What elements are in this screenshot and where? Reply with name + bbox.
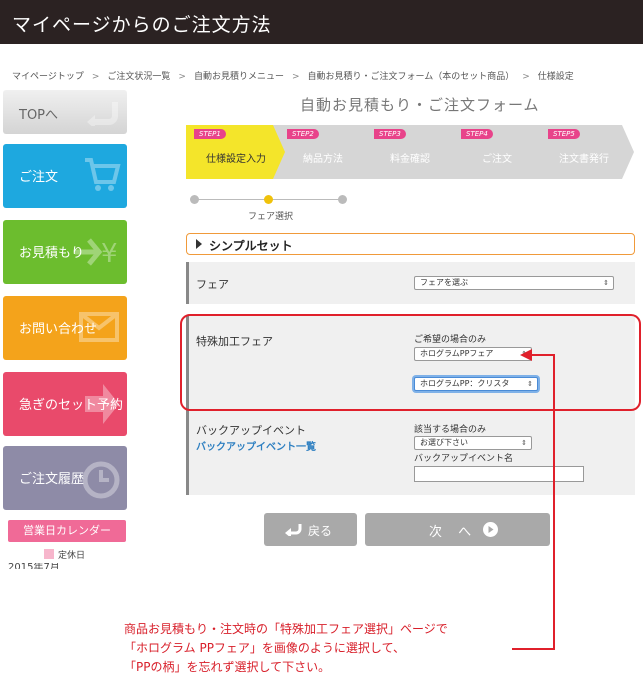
note-line: 「ホログラム PPフェア」を画像のように選択して、 [124,641,405,655]
page: マイページからのご注文方法 マイページトップ > ご注文状況一覧 > 自動お見積りメニュ… [0,0,643,679]
instruction-note: 商品お見積もり・注文時の「特殊加工フェア選択」ページで 「ホログラム PPフェア… [124,620,448,677]
note-line: 商品お見積もり・注文時の「特殊加工フェア選択」ページで [124,622,448,636]
callout-arrow [512,349,555,650]
note-line: 「PPの柄」を忘れず選択して下さい。 [124,660,331,674]
